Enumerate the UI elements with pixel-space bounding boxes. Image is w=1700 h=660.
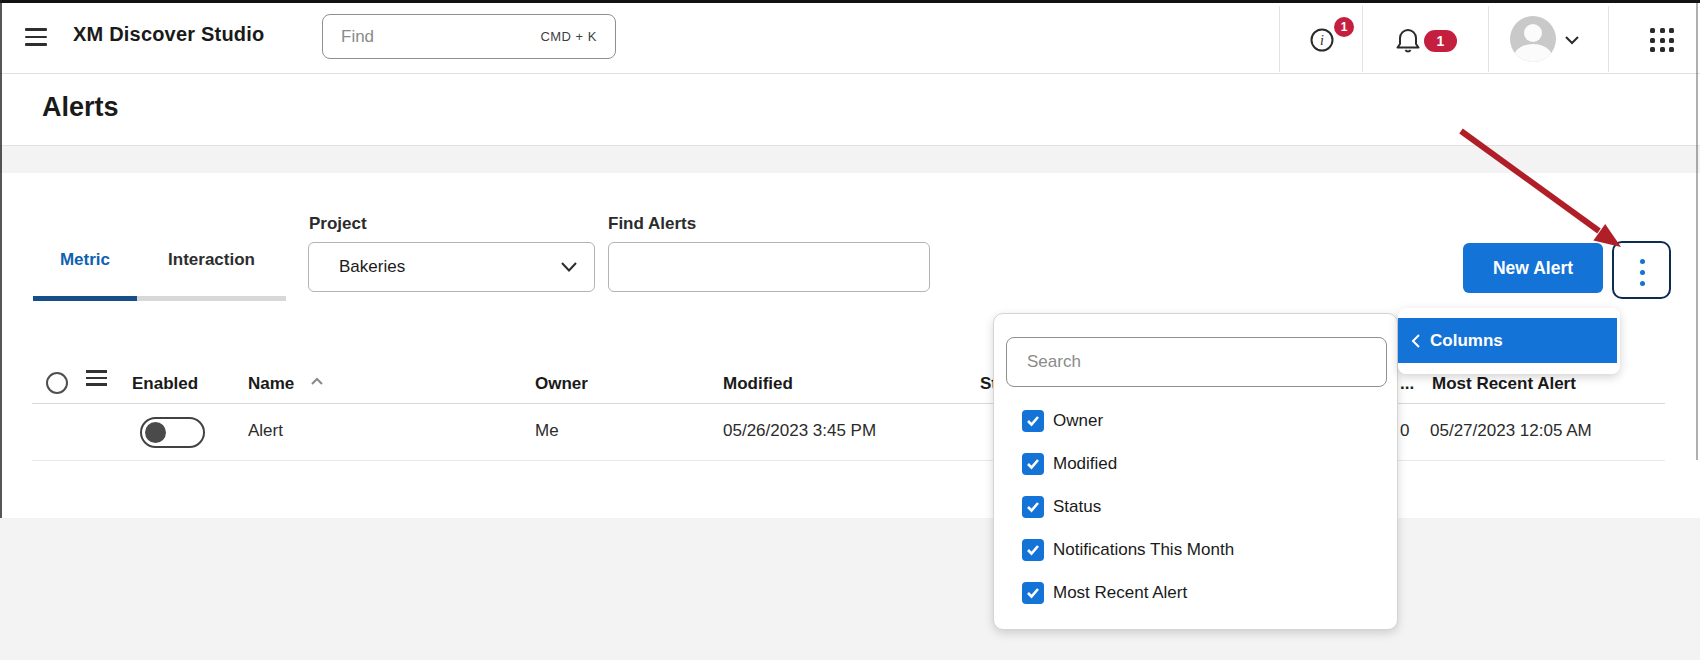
project-select-value: Bakeries — [339, 257, 560, 277]
checkbox-checked-icon[interactable] — [1022, 539, 1044, 561]
hamburger-menu-icon[interactable] — [25, 28, 47, 51]
checkbox-checked-icon[interactable] — [1022, 496, 1044, 518]
bell-badge: 1 — [1424, 30, 1457, 52]
find-shortcut: CMD + K — [540, 29, 597, 44]
row-most-recent: 05/27/2023 12:05 AM — [1430, 421, 1592, 441]
row-separator — [32, 460, 1665, 461]
checkbox-checked-icon[interactable] — [1022, 410, 1044, 432]
info-icon[interactable]: i — [1310, 28, 1334, 52]
topbar-divider — [1488, 6, 1489, 72]
col-header-name[interactable]: Name — [248, 374, 294, 394]
col-header-modified[interactable]: Modified — [723, 374, 793, 394]
project-select[interactable]: Bakeries — [308, 242, 595, 292]
find-alerts-input[interactable] — [608, 242, 930, 292]
app-window: XM Discover Studio Find CMD + K i 1 1 Al… — [0, 0, 1700, 660]
global-find-box[interactable]: Find CMD + K — [322, 14, 616, 59]
select-chevron-down-icon — [560, 261, 578, 273]
tab-inactive-underline — [137, 296, 286, 301]
background-strip — [0, 146, 1700, 173]
columns-search-input[interactable] — [1006, 337, 1387, 387]
find-placeholder: Find — [341, 27, 540, 47]
background-bottom — [0, 518, 1700, 660]
window-top-edge — [0, 0, 1700, 3]
column-option-notifications[interactable]: Notifications This Month — [1022, 539, 1234, 561]
apps-grid-icon[interactable] — [1650, 28, 1674, 52]
find-alerts-label: Find Alerts — [608, 214, 696, 234]
tab-metric[interactable]: Metric — [33, 250, 137, 270]
tab-interaction[interactable]: Interaction — [137, 250, 286, 270]
topbar-divider — [1362, 6, 1363, 72]
sort-ascending-icon[interactable] — [310, 376, 324, 387]
col-header-owner[interactable]: Owner — [535, 374, 588, 394]
more-options-button[interactable] — [1612, 241, 1671, 299]
column-option-owner[interactable]: Owner — [1022, 410, 1103, 432]
info-badge: 1 — [1334, 17, 1354, 37]
row-notifications: 0 — [1400, 421, 1409, 441]
window-left-edge — [0, 0, 2, 518]
row-enabled-toggle[interactable] — [140, 417, 205, 448]
chevron-left-icon — [1411, 333, 1421, 349]
window-right-edge — [1696, 0, 1698, 460]
tab-active-underline — [33, 296, 137, 301]
app-title: XM Discover Studio — [73, 23, 264, 46]
column-option-status[interactable]: Status — [1022, 496, 1101, 518]
select-all-radio[interactable] — [46, 372, 68, 394]
col-header-notifications-truncated[interactable]: ... — [1400, 374, 1414, 394]
column-option-modified[interactable]: Modified — [1022, 453, 1117, 475]
columns-menu-item[interactable]: Columns — [1398, 318, 1617, 363]
avatar-chevron-down-icon[interactable] — [1563, 33, 1581, 47]
col-header-most-recent[interactable]: Most Recent Alert — [1432, 374, 1576, 394]
header-separator — [32, 403, 1665, 404]
row-name[interactable]: Alert — [248, 421, 283, 441]
notifications-bell-icon[interactable] — [1394, 26, 1422, 54]
column-option-most-recent[interactable]: Most Recent Alert — [1022, 582, 1187, 604]
table-menu-icon[interactable] — [86, 370, 107, 390]
topbar-divider — [1279, 6, 1280, 72]
project-label: Project — [309, 214, 367, 234]
row-modified: 05/26/2023 3:45 PM — [723, 421, 876, 441]
col-header-enabled[interactable]: Enabled — [132, 374, 198, 394]
row-owner: Me — [535, 421, 559, 441]
new-alert-button[interactable]: New Alert — [1463, 243, 1603, 293]
svg-text:i: i — [1320, 33, 1324, 48]
checkbox-checked-icon[interactable] — [1022, 453, 1044, 475]
checkbox-checked-icon[interactable] — [1022, 582, 1044, 604]
avatar[interactable] — [1510, 16, 1556, 62]
page-header-bar — [0, 74, 1700, 146]
topbar-divider — [1608, 6, 1609, 72]
page-title: Alerts — [42, 92, 119, 123]
